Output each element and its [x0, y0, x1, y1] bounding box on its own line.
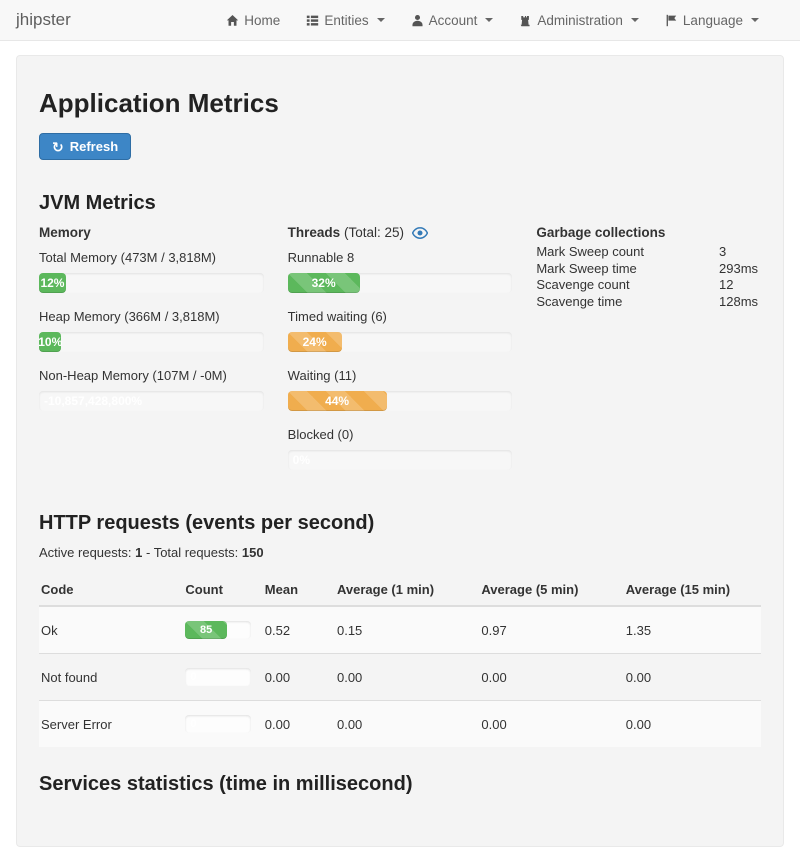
chevron-down-icon	[485, 18, 493, 22]
brand-logo[interactable]: jhipster	[16, 10, 71, 30]
avg15-cell: 1.35	[624, 606, 761, 654]
nonheap-memory-label: Non-Heap Memory (107M / -0M)	[39, 368, 264, 383]
table-row-server-error: Server Error 0 0.00 0.00 0.00 0.00	[39, 701, 761, 748]
gc-row-scavenge-time: Scavenge time 128ms	[536, 294, 761, 311]
table-row-not-found: Not found 0 0.00 0.00 0.00 0.00	[39, 654, 761, 701]
code-cell: Ok	[39, 606, 183, 654]
avg15-cell: 0.00	[624, 654, 761, 701]
header-avg-5min: Average (5 min)	[479, 574, 623, 606]
refresh-button[interactable]: ↻ Refresh	[39, 133, 131, 160]
header-count: Count	[183, 574, 262, 606]
jvm-metrics-heading: JVM Metrics	[39, 192, 761, 215]
http-requests-heading: HTTP requests (events per second)	[39, 512, 761, 535]
memory-heading: Memory	[39, 225, 264, 240]
timed-waiting-progress: 24%	[288, 332, 513, 352]
waiting-label: Waiting (11)	[288, 368, 513, 383]
nav-item-label: Administration	[537, 13, 623, 28]
gc-row-marksweep-count: Mark Sweep count 3	[536, 244, 761, 261]
jvm-metrics-row: Memory Total Memory (473M / 3,818M) 12% …	[39, 225, 761, 486]
chevron-down-icon	[751, 18, 759, 22]
mean-cell: 0.52	[263, 606, 335, 654]
gc-row-scavenge-count: Scavenge count 12	[536, 277, 761, 294]
avg15-cell: 0.00	[624, 701, 761, 748]
nav-item-language[interactable]: Language	[652, 3, 772, 38]
nav-item-home[interactable]: Home	[213, 3, 293, 38]
chevron-down-icon	[631, 18, 639, 22]
nav-menu: Home Entities Account Administration	[213, 3, 772, 38]
heap-memory-progress: 10%	[39, 332, 264, 352]
gc-heading: Garbage collections	[536, 225, 761, 240]
nav-item-label: Entities	[324, 13, 368, 28]
user-icon	[411, 14, 424, 27]
count-cell: 0	[183, 654, 262, 701]
expand-threads-eye-icon[interactable]	[412, 227, 428, 239]
runnable-progress: 32%	[288, 273, 513, 293]
header-mean: Mean	[263, 574, 335, 606]
header-avg-1min: Average (1 min)	[335, 574, 479, 606]
flag-icon	[665, 14, 678, 27]
services-statistics-heading: Services statistics (time in millisecond…	[39, 773, 761, 796]
avg1-cell: 0.15	[335, 606, 479, 654]
chevron-down-icon	[377, 18, 385, 22]
header-code: Code	[39, 574, 183, 606]
gc-column: Garbage collections Mark Sweep count 3 M…	[536, 225, 761, 486]
http-requests-table: Code Count Mean Average (1 min) Average …	[39, 574, 761, 747]
total-requests-value: 150	[242, 545, 264, 560]
memory-column: Memory Total Memory (473M / 3,818M) 12% …	[39, 225, 264, 486]
avg1-cell: 0.00	[335, 654, 479, 701]
nav-item-label: Account	[429, 13, 478, 28]
count-progress: 85	[185, 621, 251, 639]
avg5-cell: 0.97	[479, 606, 623, 654]
count-progress: 0	[185, 668, 251, 686]
metrics-card: Application Metrics ↻ Refresh JVM Metric…	[16, 55, 784, 847]
list-icon	[306, 14, 319, 27]
total-memory-progress: 12%	[39, 273, 264, 293]
nav-item-label: Language	[683, 13, 743, 28]
threads-heading: Threads (Total: 25)	[288, 225, 513, 240]
mean-cell: 0.00	[263, 654, 335, 701]
count-progress: 0	[185, 715, 251, 733]
nav-item-label: Home	[244, 13, 280, 28]
nav-item-administration[interactable]: Administration	[506, 3, 652, 38]
active-requests-value: 1	[135, 545, 142, 560]
header-avg-15min: Average (15 min)	[624, 574, 761, 606]
mean-cell: 0.00	[263, 701, 335, 748]
refresh-icon: ↻	[52, 140, 64, 154]
gc-row-marksweep-time: Mark Sweep time 293ms	[536, 261, 761, 278]
blocked-label: Blocked (0)	[288, 427, 513, 442]
page-title: Application Metrics	[39, 88, 761, 119]
blocked-progress: 0%	[288, 450, 513, 470]
table-header-row: Code Count Mean Average (1 min) Average …	[39, 574, 761, 606]
nav-item-account[interactable]: Account	[398, 3, 507, 38]
threads-column: Threads (Total: 25) Runnable 8 32% Timed…	[288, 225, 513, 486]
nonheap-memory-progress: -10,857,428,800%	[39, 391, 264, 411]
count-cell: 0	[183, 701, 262, 748]
navbar: jhipster Home Entities Account A	[0, 0, 800, 41]
runnable-label: Runnable 8	[288, 250, 513, 265]
home-icon	[226, 14, 239, 27]
waiting-progress: 44%	[288, 391, 513, 411]
code-cell: Server Error	[39, 701, 183, 748]
total-memory-label: Total Memory (473M / 3,818M)	[39, 250, 264, 265]
requests-summary: Active requests: 1 - Total requests: 150	[39, 545, 761, 560]
tower-icon	[519, 14, 532, 27]
table-row-ok: Ok 85 0.52 0.15 0.97 1.35	[39, 606, 761, 654]
heap-memory-label: Heap Memory (366M / 3,818M)	[39, 309, 264, 324]
nav-item-entities[interactable]: Entities	[293, 3, 397, 38]
avg5-cell: 0.00	[479, 654, 623, 701]
avg5-cell: 0.00	[479, 701, 623, 748]
count-cell: 85	[183, 606, 262, 654]
timed-waiting-label: Timed waiting (6)	[288, 309, 513, 324]
code-cell: Not found	[39, 654, 183, 701]
avg1-cell: 0.00	[335, 701, 479, 748]
